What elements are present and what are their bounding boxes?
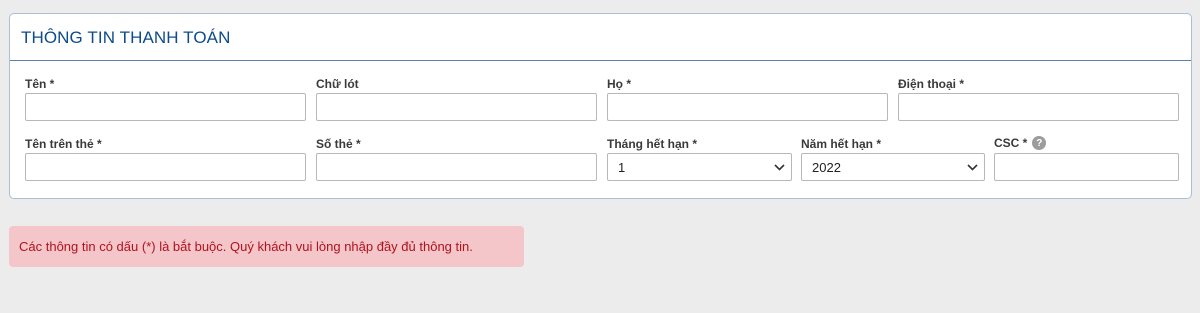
card-number-input[interactable] bbox=[316, 153, 597, 181]
exp-month-value: 1 bbox=[618, 159, 626, 175]
middle-name-label: Chữ lót bbox=[316, 77, 359, 91]
last-name-input[interactable] bbox=[607, 93, 888, 121]
csc-label: CSC * ? bbox=[994, 136, 1047, 150]
phone-label-text: Điện thoại * bbox=[898, 77, 965, 91]
csc-label-text: CSC * bbox=[994, 136, 1028, 150]
exp-month-label: Tháng hết hạn * bbox=[607, 137, 697, 151]
first-name-label-text: Tên * bbox=[25, 77, 55, 91]
card-name-label: Tên trên thẻ * bbox=[25, 137, 102, 151]
last-name-label: Họ * bbox=[607, 77, 631, 91]
chevron-down-icon bbox=[773, 161, 785, 173]
csc-input[interactable] bbox=[994, 153, 1179, 181]
card-name-input[interactable] bbox=[25, 153, 306, 181]
help-icon[interactable]: ? bbox=[1032, 136, 1047, 150]
panel-header: THÔNG TIN THANH TOÁN bbox=[10, 14, 1191, 61]
card-name-label-text: Tên trên thẻ * bbox=[25, 137, 102, 151]
exp-year-value: 2022 bbox=[812, 159, 841, 175]
card-number-label-text: Số thẻ * bbox=[316, 137, 361, 151]
exp-month-label-text: Tháng hết hạn * bbox=[607, 137, 697, 151]
first-name-input[interactable] bbox=[25, 93, 306, 121]
exp-year-select[interactable]: 2022 bbox=[801, 153, 985, 181]
card-number-label: Số thẻ * bbox=[316, 137, 361, 151]
chevron-down-icon bbox=[966, 161, 978, 173]
middle-name-label-text: Chữ lót bbox=[316, 77, 359, 91]
first-name-label: Tên * bbox=[25, 77, 54, 91]
last-name-label-text: Họ * bbox=[607, 77, 631, 91]
alert-message: Các thông tin có dấu (*) là bắt buộc. Qu… bbox=[19, 239, 473, 254]
exp-year-label-text: Năm hết hạn * bbox=[801, 137, 882, 151]
middle-name-input[interactable] bbox=[316, 93, 597, 121]
exp-month-select[interactable]: 1 bbox=[607, 153, 792, 181]
phone-input[interactable] bbox=[898, 93, 1179, 121]
phone-label: Điện thoại * bbox=[898, 77, 964, 91]
exp-year-label: Năm hết hạn * bbox=[801, 137, 881, 151]
required-fields-alert: Các thông tin có dấu (*) là bắt buộc. Qu… bbox=[9, 226, 524, 267]
panel-title: THÔNG TIN THANH TOÁN bbox=[21, 27, 231, 47]
